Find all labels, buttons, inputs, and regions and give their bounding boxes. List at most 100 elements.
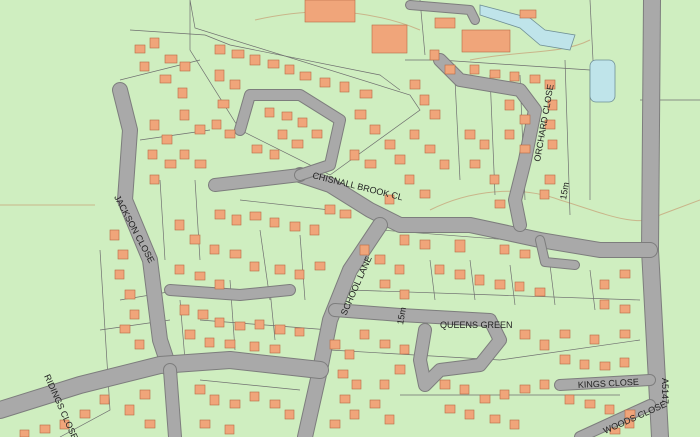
roads [0, 0, 669, 437]
house [144, 419, 156, 429]
house [579, 359, 590, 370]
house [619, 304, 631, 314]
house [284, 64, 295, 75]
house [184, 329, 196, 340]
house [424, 144, 436, 154]
house [294, 269, 305, 280]
house [269, 217, 280, 228]
map-svg: CHISNALL BROOK CL JACKSON CLOSE ORCHARD … [0, 0, 700, 437]
house [584, 399, 596, 409]
label-kings-close: KINGS CLOSE [578, 377, 639, 390]
house [394, 364, 406, 375]
house [619, 269, 631, 279]
house [374, 254, 386, 265]
house [134, 44, 146, 54]
house [454, 269, 466, 280]
house [509, 71, 520, 82]
house [214, 279, 225, 290]
house [149, 37, 160, 49]
house [214, 317, 225, 328]
house [194, 159, 207, 169]
house [249, 341, 260, 352]
house [509, 419, 520, 430]
house [231, 49, 245, 59]
house [117, 249, 129, 260]
house [439, 379, 451, 390]
house [339, 394, 351, 404]
house [344, 349, 355, 360]
house [147, 149, 158, 160]
house [499, 389, 510, 400]
house [177, 87, 188, 99]
house [504, 99, 515, 111]
house [539, 379, 550, 390]
house [231, 214, 242, 226]
house [269, 344, 281, 354]
house [539, 339, 550, 351]
house [139, 61, 150, 72]
house [454, 239, 466, 253]
house [267, 59, 280, 69]
label-15m: 15m [558, 181, 571, 200]
house [224, 339, 236, 349]
house [619, 357, 630, 368]
house [149, 174, 160, 185]
house [149, 119, 160, 131]
house [599, 279, 610, 290]
house [479, 394, 491, 404]
house [489, 414, 501, 424]
house [249, 261, 260, 272]
house [444, 64, 456, 75]
house [224, 424, 235, 435]
house [564, 394, 575, 405]
house [364, 159, 377, 169]
label-15m-south: 15m [395, 306, 408, 325]
house [124, 289, 136, 300]
house [619, 329, 631, 339]
house [474, 274, 485, 286]
house [504, 129, 515, 140]
house [359, 329, 370, 340]
house [369, 124, 381, 135]
house [409, 79, 421, 90]
house [114, 269, 125, 280]
house [214, 69, 225, 82]
house [444, 404, 456, 414]
house [99, 394, 110, 405]
house [234, 321, 246, 331]
house [544, 174, 556, 185]
house [179, 304, 190, 316]
house [369, 399, 381, 409]
house [519, 329, 531, 340]
house [419, 189, 431, 199]
house [264, 107, 275, 118]
house [384, 414, 395, 425]
house [209, 394, 220, 406]
house [434, 264, 445, 275]
house [499, 244, 510, 255]
house [399, 344, 410, 355]
house [547, 139, 558, 150]
house [194, 124, 206, 135]
house [214, 209, 226, 220]
house [479, 139, 490, 150]
house [319, 77, 331, 88]
house [419, 94, 430, 106]
house [251, 144, 263, 154]
house [339, 81, 350, 93]
house [329, 339, 341, 350]
house [209, 244, 220, 255]
house [269, 399, 281, 409]
house [249, 211, 262, 221]
map-canvas[interactable]: CHISNALL BROOK CL JACKSON CLOSE ORCHARD … [0, 0, 700, 437]
house [229, 399, 241, 409]
house [224, 129, 236, 139]
label-a5147: A5147 [660, 378, 670, 404]
house [359, 244, 370, 256]
house [274, 264, 286, 275]
house [539, 189, 550, 200]
house [211, 119, 222, 130]
house [314, 261, 326, 271]
house [79, 409, 91, 419]
house [464, 409, 475, 420]
